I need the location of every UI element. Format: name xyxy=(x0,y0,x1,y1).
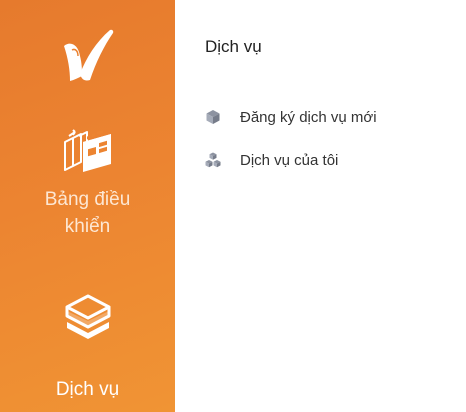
sidebar-item-services[interactable]: Dịch vụ xyxy=(0,292,175,403)
dashboard-windows-icon xyxy=(0,128,175,176)
sidebar: Bảng điều khiển Dịch vụ xyxy=(0,0,175,412)
page-title: Dịch vụ xyxy=(205,37,262,56)
services-menu: Đăng ký dịch vụ mới Dịch vụ của tôi xyxy=(205,104,377,190)
cubes-icon xyxy=(205,152,221,168)
stacked-box-icon xyxy=(0,292,175,340)
sidebar-item-label: Dịch vụ xyxy=(55,379,120,400)
sidebar-item-label: Bảng điều khiển xyxy=(44,189,131,237)
main-panel: Dịch vụ Đăng ký dịch vụ mới Dịch vụ của … xyxy=(175,0,466,412)
menu-item-label: Đăng ký dịch vụ mới xyxy=(240,108,377,126)
menu-item-label: Dịch vụ của tôi xyxy=(240,151,339,169)
app-root: Bảng điều khiển Dịch vụ Dịch vụ Đăng ký … xyxy=(0,0,466,412)
cube-icon xyxy=(205,109,221,125)
menu-item-register-service[interactable]: Đăng ký dịch vụ mới xyxy=(205,104,377,130)
checkmark-logo-icon[interactable] xyxy=(60,26,116,84)
sidebar-item-dashboard[interactable]: Bảng điều khiển xyxy=(0,128,175,240)
menu-item-my-services[interactable]: Dịch vụ của tôi xyxy=(205,147,377,173)
